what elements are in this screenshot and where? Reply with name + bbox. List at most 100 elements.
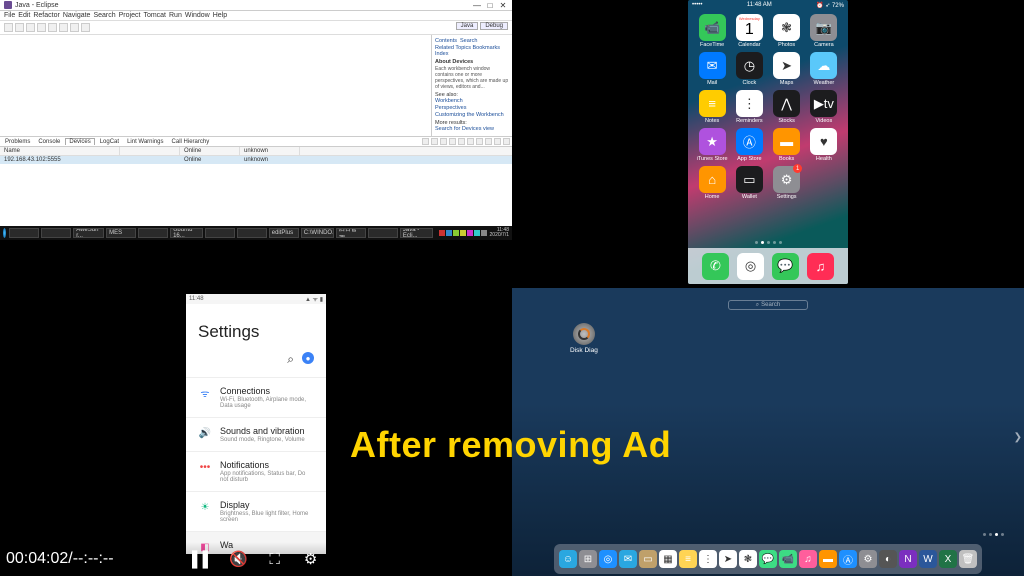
toolbar-button[interactable] — [59, 23, 68, 32]
dock-messages-icon[interactable]: 💬 — [772, 253, 799, 280]
app-app-store[interactable]: ⒶApp Store — [732, 128, 766, 162]
settings-item-notifications[interactable]: •••NotificationsApp notifications, Statu… — [186, 451, 326, 491]
dock-launchpad-icon[interactable]: ⊞ — [579, 550, 597, 568]
toolbar-button[interactable] — [4, 23, 13, 32]
tab-devices[interactable]: Devices — [65, 138, 94, 145]
dock-trash-icon[interactable]: 🗑 — [959, 550, 977, 568]
app-books[interactable]: ▬Books — [770, 128, 804, 162]
system-tray[interactable] — [439, 230, 487, 236]
app-maps[interactable]: ➤Maps — [770, 52, 804, 86]
toolbar-button[interactable] — [26, 23, 35, 32]
dock-ibooks-icon[interactable]: ▬ — [819, 550, 837, 568]
taskbar-item[interactable] — [368, 228, 398, 238]
menu-window[interactable]: Window — [185, 12, 210, 19]
menu-file[interactable]: File — [4, 12, 15, 19]
tab-call-hierarchy[interactable]: Call Hierarchy — [169, 139, 213, 145]
app-weather[interactable]: ☁Weather — [807, 52, 841, 86]
taskbar-item[interactable]: MES — [106, 228, 136, 238]
app-stocks[interactable]: ⋀Stocks — [770, 90, 804, 124]
help-bookmarks-link[interactable]: Bookmarks — [473, 45, 501, 51]
dock-contacts-icon[interactable]: ▭ — [639, 550, 657, 568]
view-toolbar-button[interactable] — [467, 138, 474, 145]
app-notes[interactable]: ≡Notes — [695, 90, 729, 124]
view-toolbar-button[interactable] — [476, 138, 483, 145]
page-dots[interactable] — [983, 533, 1004, 536]
app-wallet[interactable]: ▭Wallet — [732, 166, 766, 200]
page-dots[interactable] — [688, 241, 848, 244]
dock-onenote-icon[interactable]: N — [899, 550, 917, 568]
dock-music-icon[interactable]: ♫ — [807, 253, 834, 280]
app-camera[interactable]: 📷Camera — [807, 14, 841, 48]
taskbar-item[interactable]: AweSun r... — [73, 228, 104, 238]
menu-navigate[interactable]: Navigate — [63, 12, 91, 19]
taskbar-item[interactable]: C:\WINDO... — [301, 228, 334, 238]
dock-calendar-icon[interactable]: ▦ — [659, 550, 677, 568]
next-page-arrow[interactable]: ❯ — [1014, 432, 1022, 443]
perspective-java[interactable]: Java — [456, 22, 479, 30]
dock-preferences-icon[interactable]: ⚙ — [859, 550, 877, 568]
desktop-app[interactable]: Disk Diag — [570, 323, 598, 354]
menu-project[interactable]: Project — [119, 12, 141, 19]
dock-notes-icon[interactable]: ≡ — [679, 550, 697, 568]
app-mail[interactable]: ✉Mail — [695, 52, 729, 86]
taskbar-item[interactable] — [237, 228, 267, 238]
help-contents-link[interactable]: Contents — [435, 38, 457, 44]
taskbar-item[interactable]: Java - Ecli... — [400, 228, 433, 238]
menu-tomcat[interactable]: Tomcat — [143, 12, 166, 19]
toolbar-button[interactable] — [70, 23, 79, 32]
app-health[interactable]: ♥Health — [807, 128, 841, 162]
view-toolbar-button[interactable] — [440, 138, 447, 145]
tab-problems[interactable]: Problems — [2, 139, 33, 145]
app-home[interactable]: ⌂Home — [695, 166, 729, 200]
app-reminders[interactable]: ⋮Reminders — [732, 90, 766, 124]
tab-logcat[interactable]: LogCat — [97, 139, 122, 145]
view-toolbar-button[interactable] — [503, 138, 510, 145]
start-button[interactable] — [3, 228, 6, 238]
help-search-link[interactable]: Search for Devices view — [435, 126, 509, 132]
mute-icon[interactable]: 🔇 — [228, 548, 250, 570]
view-toolbar-button[interactable] — [494, 138, 501, 145]
app-clock[interactable]: ◷Clock — [732, 52, 766, 86]
app-facetime[interactable]: 📹FaceTime — [695, 14, 729, 48]
taskbar-item[interactable]: 后台管理... — [336, 228, 366, 238]
dock-reminders-icon[interactable]: ⋮ — [699, 550, 717, 568]
minimize-button[interactable]: ― — [472, 1, 482, 9]
app-itunes-store[interactable]: ★iTunes Store — [695, 128, 729, 162]
app-photos[interactable]: ❃Photos — [770, 14, 804, 48]
editor-area[interactable] — [0, 35, 432, 136]
dock-safari-icon[interactable]: ◎ — [737, 253, 764, 280]
toolbar-button[interactable] — [48, 23, 57, 32]
tab-lint-warnings[interactable]: Lint Warnings — [124, 139, 166, 145]
menu-run[interactable]: Run — [169, 12, 182, 19]
table-row[interactable]: 192.168.43.102:5555 Online unknown — [0, 156, 512, 164]
dock-mail-icon[interactable]: ✉ — [619, 550, 637, 568]
app-videos[interactable]: ▶tvVideos — [807, 90, 841, 124]
dock-word-icon[interactable]: W — [919, 550, 937, 568]
perspective-debug[interactable]: Debug — [480, 22, 508, 30]
dock-itunes-icon[interactable]: ♫ — [799, 550, 817, 568]
view-toolbar-button[interactable] — [422, 138, 429, 145]
menu-refactor[interactable]: Refactor — [33, 12, 59, 19]
dock-maps-icon[interactable]: ➤ — [719, 550, 737, 568]
dock-phone-icon[interactable]: ✆ — [702, 253, 729, 280]
pause-button[interactable]: ▌▌ — [192, 548, 214, 570]
settings-item-sounds[interactable]: 🔊Sounds and vibrationSound mode, Rington… — [186, 417, 326, 451]
fullscreen-icon[interactable]: ⛶ — [264, 548, 286, 570]
close-button[interactable]: ✕ — [498, 1, 508, 9]
search-icon[interactable]: ⌕ — [287, 352, 294, 367]
dock-safari-icon[interactable]: ◎ — [599, 550, 617, 568]
help-search-link[interactable]: Search — [460, 38, 477, 44]
view-toolbar-button[interactable] — [449, 138, 456, 145]
settings-item-connections[interactable]: ᯤConnectionsWi-Fi, Bluetooth, Airplane m… — [186, 377, 326, 417]
view-toolbar-button[interactable] — [485, 138, 492, 145]
help-item-link[interactable]: Customizing the Workbench — [435, 112, 509, 118]
dock-excel-icon[interactable]: X — [939, 550, 957, 568]
menu-help[interactable]: Help — [213, 12, 227, 19]
dock-finder-icon[interactable]: ☺ — [559, 550, 577, 568]
view-toolbar-button[interactable] — [458, 138, 465, 145]
settings-gear-icon[interactable]: ⚙ — [300, 548, 322, 570]
dock-messages-icon[interactable]: 💬 — [759, 550, 777, 568]
taskbar-clock[interactable]: 11:48 2020/7/1 — [490, 228, 509, 238]
dock-facetime-icon[interactable]: 📹 — [779, 550, 797, 568]
taskbar-item[interactable]: Ubuntu 16... — [170, 228, 203, 238]
